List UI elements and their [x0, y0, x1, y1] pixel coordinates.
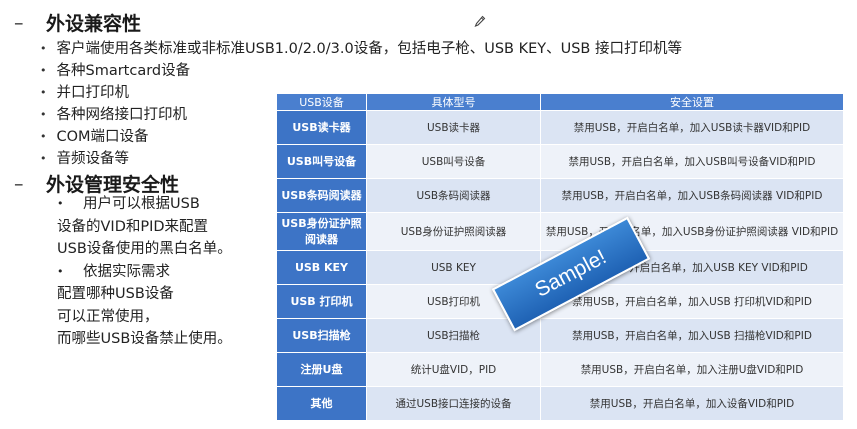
setting-cell: 禁用USB，开启白名单，加入注册U盘VID和PID	[540, 352, 844, 387]
para-line: 可以正常使用，	[57, 308, 159, 325]
list-item: 客户端使用各类标准或非标准USB1.0/2.0/3.0设备，包括电子枪、USB …	[40, 38, 683, 60]
para-line: 设备的VID和PID来配置	[57, 218, 209, 235]
setting-cell: 禁用USB，开启白名单，加入USB 扫描枪VID和PID	[540, 318, 844, 353]
security-description: • 用户可以根据USB 设备的VID和PID来配置 USB设备使用的黑白名单。 •…	[57, 193, 232, 351]
table-row: USB叫号设备 USB叫号设备 禁用USB，开启白名单，加入USB叫号设备VID…	[276, 144, 844, 179]
table-row: 注册U盘 统计U盘VID，PID 禁用USB，开启白名单，加入注册U盘VID和P…	[276, 352, 844, 387]
device-cell: USB身份证护照阅读器	[276, 212, 367, 251]
device-cell: 注册U盘	[276, 352, 367, 387]
table-row: 其他 通过USB接口连接的设备 禁用USB，开启白名单，加入设备VID和PID	[276, 386, 844, 421]
device-cell: USB KEY	[276, 250, 367, 285]
table-row: USB扫描枪 USB扫描枪 禁用USB，开启白名单，加入USB 扫描枪VID和P…	[276, 318, 844, 353]
setting-cell: 禁用USB，开启白名单，加入USB读卡器VID和PID	[540, 110, 844, 145]
para-line: 而哪些USB设备禁止使用。	[57, 331, 232, 347]
bullet-dot: •	[57, 197, 64, 210]
heading-dash: –	[14, 172, 24, 195]
device-cell: USB扫描枪	[276, 318, 367, 353]
model-cell: USB身份证护照阅读器	[366, 212, 541, 251]
list-item: 各种Smartcard设备	[40, 60, 682, 82]
table-header-row: USB设备 具体型号 安全设置	[276, 93, 844, 111]
model-cell: USB条码阅读器	[366, 178, 541, 213]
device-cell: USB叫号设备	[276, 144, 367, 179]
table-row: USB身份证护照阅读器 USB身份证护照阅读器 禁用USB，开启白名单，加入US…	[276, 212, 844, 251]
header-cell: 安全设置	[540, 93, 844, 111]
model-cell: USB读卡器	[366, 110, 541, 145]
para-text: 用户可以根据USB	[83, 196, 200, 212]
table-row: USB读卡器 USB读卡器 禁用USB，开启白名单，加入USB读卡器VID和PI…	[276, 110, 844, 145]
device-cell: USB读卡器	[276, 110, 367, 145]
device-cell: 其他	[276, 386, 367, 421]
setting-cell: 禁用USB，开启白名单，加入USB条码阅读器 VID和PID	[540, 178, 844, 213]
header-cell: 具体型号	[366, 93, 541, 111]
para-line: USB设备使用的黑白名单。	[57, 241, 232, 257]
section-compatibility-heading: – 外设兼容性	[14, 9, 141, 36]
model-cell: 统计U盘VID，PID	[366, 352, 541, 387]
para-line: 配置哪种USB设备	[57, 286, 174, 302]
para-line: • 用户可以根据USB	[57, 193, 232, 216]
heading-dash: –	[14, 11, 24, 34]
device-cell: USB 打印机	[276, 284, 367, 319]
setting-cell: 禁用USB，开启白名单，加入USB叫号设备VID和PID	[540, 144, 844, 179]
header-cell: USB设备	[276, 93, 367, 111]
device-cell: USB条码阅读器	[276, 178, 367, 213]
bullet-dot: •	[57, 264, 64, 278]
para-text: 依据实际需求	[83, 263, 170, 280]
heading-text: 外设兼容性	[46, 13, 142, 35]
model-cell: 通过USB接口连接的设备	[366, 386, 541, 421]
table-row: USB条码阅读器 USB条码阅读器 禁用USB，开启白名单，加入USB条码阅读器…	[276, 178, 844, 213]
para-line: • 依据实际需求	[57, 261, 232, 284]
setting-cell: 禁用USB，开启白名单，加入设备VID和PID	[540, 386, 844, 421]
model-cell: USB叫号设备	[366, 144, 541, 179]
pencil-icon[interactable]	[474, 14, 486, 33]
